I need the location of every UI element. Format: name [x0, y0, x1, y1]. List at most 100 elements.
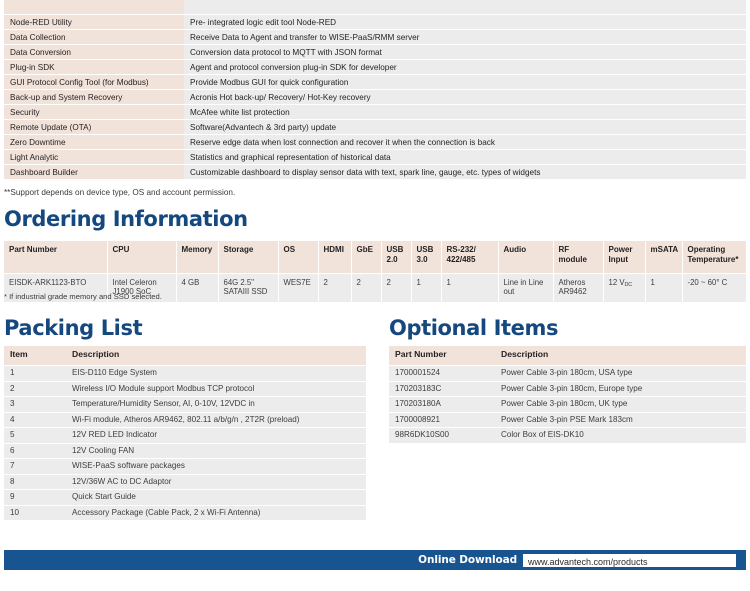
- table-row: Plug-in SDK Agent and protocol conversion…: [4, 59, 746, 76]
- cell-item: 9: [4, 489, 66, 505]
- cell-description: Temperature/Humidity Sensor, AI, 0-10V, …: [66, 396, 366, 412]
- cell-description: Pre- integrated logic edit tool Node-RED: [184, 14, 746, 31]
- col-rf-module: RF module: [553, 241, 604, 274]
- cell-item: 3: [4, 396, 66, 412]
- software-feature-table: Node-RED Utility Pre- integrated logic ed…: [4, 0, 746, 181]
- cell-gbe: 2: [351, 272, 382, 302]
- col-description: Description: [66, 346, 366, 366]
- cell-operating-temperature: -20 ~ 60° C: [682, 272, 746, 302]
- cell-feature: Remote Update (OTA): [4, 119, 184, 136]
- table-row: GUI Protocol Config Tool (for Modbus) Pro…: [4, 74, 746, 91]
- table-header-row: Item Description: [4, 346, 366, 366]
- col-os: OS: [278, 241, 319, 274]
- cell-audio: Line in Line out: [498, 272, 554, 302]
- cell-description: Customizable dashboard to display sensor…: [184, 164, 746, 181]
- cell-feature: GUI Protocol Config Tool (for Modbus): [4, 74, 184, 91]
- ordering-table-note: * If industrial grade memory and SSD sel…: [4, 292, 162, 301]
- footer-download-group: Online Download www.advantech.com/produc…: [418, 550, 736, 570]
- table-row: Dashboard Builder Customizable dashboard …: [4, 164, 746, 181]
- table-row: Remote Update (OTA) Software(Advantech & …: [4, 119, 746, 136]
- cell-description: Receive Data to Agent and transfer to WI…: [184, 29, 746, 46]
- cell-description: Acronis Hot back-up/ Recovery/ Hot-Key r…: [184, 89, 746, 106]
- table-row: Zero Downtime Reserve edge data when lost…: [4, 134, 746, 151]
- cell-description: Statistics and graphical representation …: [184, 149, 746, 166]
- section-heading-packing-list: Packing List: [4, 316, 143, 340]
- table-row: 1 EIS-D110 Edge System: [4, 365, 366, 381]
- table-row: 170203183C Power Cable 3-pin 180cm, Europ…: [389, 380, 746, 397]
- packing-list-head: Item Description: [4, 346, 366, 366]
- cell-description: Power Cable 3-pin PSE Mark 183cm: [495, 411, 746, 428]
- col-part-number: Part Number: [389, 346, 495, 366]
- cell-part-number: 170203180A: [389, 396, 495, 412]
- col-memory: Memory: [176, 241, 219, 274]
- cell-item: 2: [4, 380, 66, 397]
- col-usb-2-0: USB 2.0: [381, 241, 412, 274]
- table-row: 6 12V Cooling FAN: [4, 442, 366, 459]
- cell-feature: Data Collection: [4, 29, 184, 46]
- cell-item: 10: [4, 504, 66, 520]
- col-operating-temperature: Operating Temperature*: [682, 241, 746, 274]
- table-row: 1700008921 Power Cable 3-pin PSE Mark 183…: [389, 411, 746, 428]
- table-row: Data Conversion Conversion data protocol …: [4, 44, 746, 61]
- online-download-label: Online Download: [418, 554, 517, 566]
- section-heading-optional-items: Optional Items: [389, 316, 559, 340]
- cell-description: Conversion data protocol to MQTT with JS…: [184, 44, 746, 61]
- footer-download-bar: Online Download www.advantech.com/produc…: [4, 550, 746, 570]
- col-msata: mSATA: [645, 241, 683, 274]
- cell-item: 6: [4, 442, 66, 459]
- cell-item: 8: [4, 473, 66, 490]
- download-url-field[interactable]: www.advantech.com/products: [523, 553, 736, 567]
- table-row: 3 Temperature/Humidity Sensor, AI, 0-10V,…: [4, 396, 366, 412]
- table-row: Data Collection Receive Data to Agent and…: [4, 29, 746, 46]
- cell-feature: Zero Downtime: [4, 134, 184, 151]
- table-row: 7 WISE-PaaS software packages: [4, 458, 366, 474]
- cell-power-input: 12 VDC: [603, 272, 646, 302]
- cell-usb-3-0: 1: [411, 272, 442, 302]
- cell-description: Agent and protocol conversion plug-in SD…: [184, 59, 746, 76]
- cell-description: EIS-D110 Edge System: [66, 365, 366, 381]
- table-header-row: Part Number Description: [389, 346, 746, 366]
- optional-items-body: 1700001524 Power Cable 3-pin 180cm, USA t…: [389, 365, 746, 443]
- cell-item: 4: [4, 411, 66, 428]
- table-row: 98R6DK10S00 Color Box of EIS-DK10: [389, 427, 746, 443]
- cell-part-number: 98R6DK10S00: [389, 427, 495, 443]
- table-row: 8 12V/36W AC to DC Adaptor: [4, 473, 366, 490]
- table-row: Back-up and System Recovery Acronis Hot b…: [4, 89, 746, 106]
- cell-description: Power Cable 3-pin 180cm, UK type: [495, 396, 746, 412]
- col-power-input: Power Input: [603, 241, 646, 274]
- partial-cell-description: [184, 0, 746, 16]
- col-storage: Storage: [218, 241, 279, 274]
- col-description: Description: [495, 346, 746, 366]
- col-cpu: CPU: [107, 241, 177, 274]
- power-input-subscript: DC: [624, 282, 633, 288]
- table-row: 5 12V RED LED Indicator: [4, 427, 366, 443]
- col-part-number: Part Number: [4, 241, 108, 274]
- col-usb-3-0: USB 3.0: [411, 241, 442, 274]
- table-row: 170203180A Power Cable 3-pin 180cm, UK ty…: [389, 396, 746, 412]
- cell-description: McAfee white list protection: [184, 104, 746, 121]
- cell-feature: Back-up and System Recovery: [4, 89, 184, 106]
- software-table-note: **Support depends on device type, OS and…: [4, 188, 236, 197]
- col-gbe: GbE: [351, 241, 382, 274]
- cell-rf-module: Atheros AR9462: [553, 272, 604, 302]
- cell-description: Reserve edge data when lost connection a…: [184, 134, 746, 151]
- cell-part-number: 1700001524: [389, 365, 495, 381]
- cell-description: Provide Modbus GUI for quick configurati…: [184, 74, 746, 91]
- table-header-row: Part Number CPU Memory Storage OS HDMI G…: [4, 241, 746, 274]
- cell-description: Color Box of EIS-DK10: [495, 427, 746, 443]
- table-row: 10 Accessory Package (Cable Pack, 2 x Wi-…: [4, 504, 366, 520]
- cell-feature: Plug-in SDK: [4, 59, 184, 76]
- table-row-partial: [4, 0, 746, 16]
- cell-description: Accessory Package (Cable Pack, 2 x Wi-Fi…: [66, 504, 366, 520]
- cell-item: 7: [4, 458, 66, 474]
- cell-description: Wireless I/O Module support Modbus TCP p…: [66, 380, 366, 397]
- cell-rs232-422-485: 1: [441, 272, 499, 302]
- cell-part-number: 1700008921: [389, 411, 495, 428]
- table-row: Security McAfee white list protection: [4, 104, 746, 121]
- cell-description: Power Cable 3-pin 180cm, Europe type: [495, 380, 746, 397]
- table-row: 2 Wireless I/O Module support Modbus TCP …: [4, 380, 366, 397]
- cell-feature: Light Analytic: [4, 149, 184, 166]
- col-audio: Audio: [498, 241, 554, 274]
- table-row: 1700001524 Power Cable 3-pin 180cm, USA t…: [389, 365, 746, 381]
- cell-description: Software(Advantech & 3rd party) update: [184, 119, 746, 136]
